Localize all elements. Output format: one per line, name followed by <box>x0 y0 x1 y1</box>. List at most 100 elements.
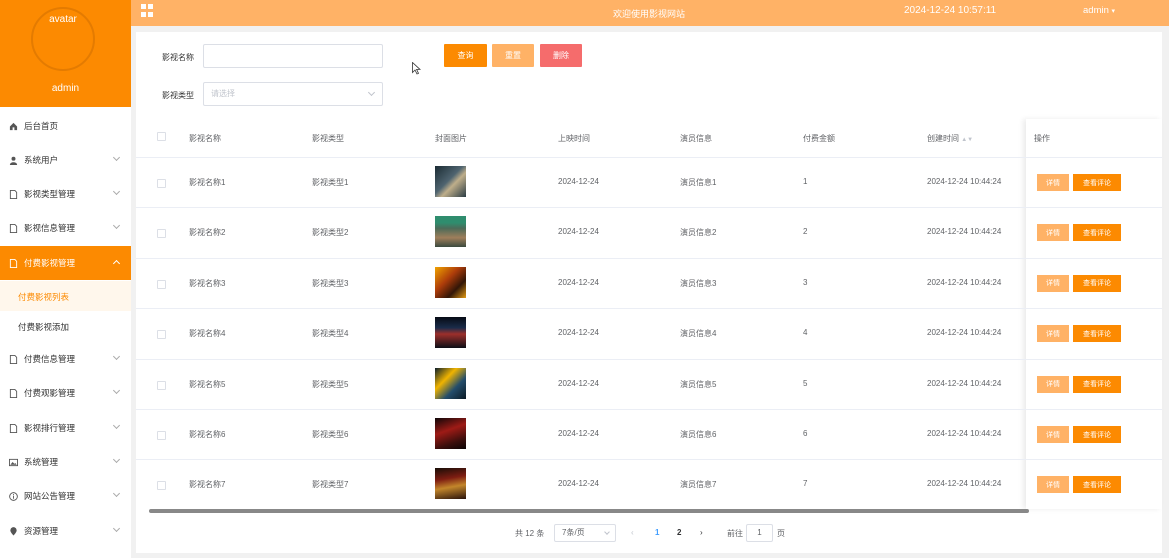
delete-button[interactable]: 删除 <box>540 44 582 67</box>
page-number-1[interactable]: 1 <box>655 528 659 537</box>
cell-created-time: 2024-12-24 10:44:24 <box>927 429 1002 438</box>
sidebar-item-label: 影视信息管理 <box>24 223 76 233</box>
sidebar-item-paid-info[interactable]: 付费信息管理 <box>0 342 131 376</box>
detail-button[interactable]: 详情 <box>1037 476 1069 494</box>
select-all-checkbox[interactable] <box>157 132 166 141</box>
sidebar-item-system-management[interactable]: 系统管理 <box>0 445 131 479</box>
view-comments-button[interactable]: 查看评论 <box>1073 375 1121 393</box>
sidebar-item-resources[interactable]: 资源管理 <box>0 514 131 548</box>
row-checkbox[interactable] <box>157 481 166 491</box>
chevron-down-icon <box>112 455 121 464</box>
profile-panel: avatar admin <box>0 0 131 107</box>
view-comments-button[interactable]: 查看评论 <box>1073 325 1121 343</box>
goto-label: 前往 <box>727 529 743 538</box>
sidebar-item-label: 网站公告管理 <box>24 491 76 501</box>
detail-button[interactable]: 详情 <box>1037 375 1069 393</box>
sidebar-item-paid-watch[interactable]: 付费观影管理 <box>0 376 131 410</box>
sidebar-item-label: 系统管理 <box>24 457 59 467</box>
cell-film-name: 影视名称5 <box>189 379 226 389</box>
view-comments-button[interactable]: 查看评论 <box>1073 426 1121 443</box>
film-name-input[interactable] <box>203 44 383 68</box>
view-comments-button[interactable]: 查看评论 <box>1073 476 1121 494</box>
film-type-select[interactable]: 请选择 <box>203 82 383 106</box>
query-button[interactable]: 查询 <box>444 44 487 67</box>
cell-film-type: 影视类型4 <box>312 329 349 339</box>
cell-price: 1 <box>803 177 808 186</box>
cell-created-time: 2024-12-24 10:44:24 <box>927 277 1002 287</box>
row-checkbox[interactable] <box>157 380 166 390</box>
reset-button[interactable]: 重置 <box>492 44 534 67</box>
cell-price: 3 <box>803 277 808 287</box>
cell-film-name: 影视名称2 <box>189 228 226 238</box>
user-dropdown[interactable]: admin ▾ <box>1083 5 1115 16</box>
cell-film-name: 影视名称6 <box>189 430 226 439</box>
sort-icon: ▲▼ <box>961 137 974 143</box>
caret-down-icon: ▾ <box>1111 8 1116 15</box>
sidebar-subitem-paid-film-list[interactable]: 付费影视列表 <box>0 281 131 313</box>
column-header-price: 付费金额 <box>803 134 835 143</box>
row-checkbox[interactable] <box>157 279 166 289</box>
row-checkbox[interactable] <box>157 229 166 239</box>
sidebar-subitem-paid-film-add[interactable]: 付费影视添加 <box>0 311 131 343</box>
cell-film-type: 影视类型3 <box>312 278 349 288</box>
table-row[interactable]: 影视名称5 影视类型5 2024-12-24 演员信息5 5 2024-12-24 10:… <box>136 358 1162 409</box>
detail-button[interactable]: 详情 <box>1037 224 1069 242</box>
sidebar-item-home[interactable]: 后台首页 <box>0 109 131 143</box>
detail-button[interactable]: 详情 <box>1037 426 1069 443</box>
row-checkbox[interactable] <box>157 330 166 340</box>
detail-button[interactable]: 详情 <box>1037 325 1069 343</box>
table-row[interactable]: 影视名称3 影视类型3 2024-12-24 演员信息3 3 2024-12-24 10:… <box>136 257 1162 308</box>
page-number-2[interactable]: 2 <box>677 528 681 537</box>
cell-release-date: 2024-12-24 <box>558 277 599 287</box>
sidebar-item-film-type[interactable]: 影视类型管理 <box>0 177 131 211</box>
cell-created-time: 2024-12-24 10:44:24 <box>927 328 1002 338</box>
sidebar-item-film-info[interactable]: 影视信息管理 <box>0 211 131 245</box>
row-checkbox[interactable] <box>157 431 166 440</box>
page-size-select[interactable]: 7条/页 <box>554 524 616 542</box>
view-comments-button[interactable]: 查看评论 <box>1073 224 1121 242</box>
sidebar-item-paid-film[interactable]: 付费影视管理 <box>0 246 131 280</box>
chevron-down-icon <box>112 386 121 395</box>
goto-page-input[interactable]: 1 <box>746 524 773 542</box>
next-page-icon[interactable]: › <box>700 528 703 537</box>
view-comments-button[interactable]: 查看评论 <box>1073 174 1121 191</box>
document-icon <box>9 354 18 364</box>
sidebar-username: admin <box>51 83 80 94</box>
table-row[interactable]: 影视名称1 影视类型1 2024-12-24 演员信息1 1 2024-12-24 10:… <box>136 157 1162 207</box>
cell-release-date: 2024-12-24 <box>558 227 599 237</box>
cover-image <box>435 468 466 500</box>
view-comments-button[interactable]: 查看评论 <box>1073 274 1121 292</box>
cell-created-time: 2024-12-24 10:44:24 <box>927 479 1002 489</box>
cover-image <box>435 418 466 449</box>
cell-release-date: 2024-12-24 <box>558 328 599 338</box>
sidebar-item-announcements[interactable]: 网站公告管理 <box>0 479 131 513</box>
document-icon <box>9 258 18 268</box>
detail-button[interactable]: 详情 <box>1037 174 1069 191</box>
user-name: admin <box>1083 5 1109 16</box>
film-name-label: 影视名称 <box>162 53 194 62</box>
cell-price: 4 <box>803 328 808 338</box>
avatar[interactable]: avatar <box>31 7 95 71</box>
table-row[interactable]: 影视名称4 影视类型4 2024-12-24 演员信息4 4 2024-12-24 10:… <box>136 308 1162 358</box>
cover-image <box>435 266 466 298</box>
sidebar-item-system-users[interactable]: 系统用户 <box>0 143 131 177</box>
sidebar-item-label: 付费信息管理 <box>24 354 76 364</box>
menu-grid-icon[interactable] <box>141 4 154 17</box>
chevron-down-icon <box>604 529 610 535</box>
table-row[interactable]: 影视名称7 影视类型7 2024-12-24 演员信息7 7 2024-12-24 10:… <box>136 459 1162 509</box>
column-header-operations: 操作 <box>1034 134 1050 143</box>
sidebar-item-film-ranking[interactable]: 影视排行管理 <box>0 411 131 445</box>
chevron-down-icon <box>112 153 121 162</box>
table-row[interactable]: 影视名称6 影视类型6 2024-12-24 演员信息6 6 2024-12-24 10:… <box>136 409 1162 459</box>
column-header-created[interactable]: 创建时间 ▲▼ <box>927 133 973 144</box>
table-row[interactable]: 影视名称2 影视类型2 2024-12-24 演员信息2 2 2024-12-24 10:… <box>136 207 1162 257</box>
prev-page-icon[interactable]: ‹ <box>631 528 634 537</box>
detail-button[interactable]: 详情 <box>1037 274 1069 292</box>
document-icon <box>9 423 18 433</box>
cell-actor-info: 演员信息4 <box>680 329 717 339</box>
sidebar-item-label: 付费观影管理 <box>24 388 76 398</box>
row-checkbox[interactable] <box>157 179 166 188</box>
sidebar-item-label: 付费影视管理 <box>24 258 76 268</box>
cell-actor-info: 演员信息7 <box>680 480 717 490</box>
horizontal-scrollbar[interactable] <box>149 509 1029 513</box>
